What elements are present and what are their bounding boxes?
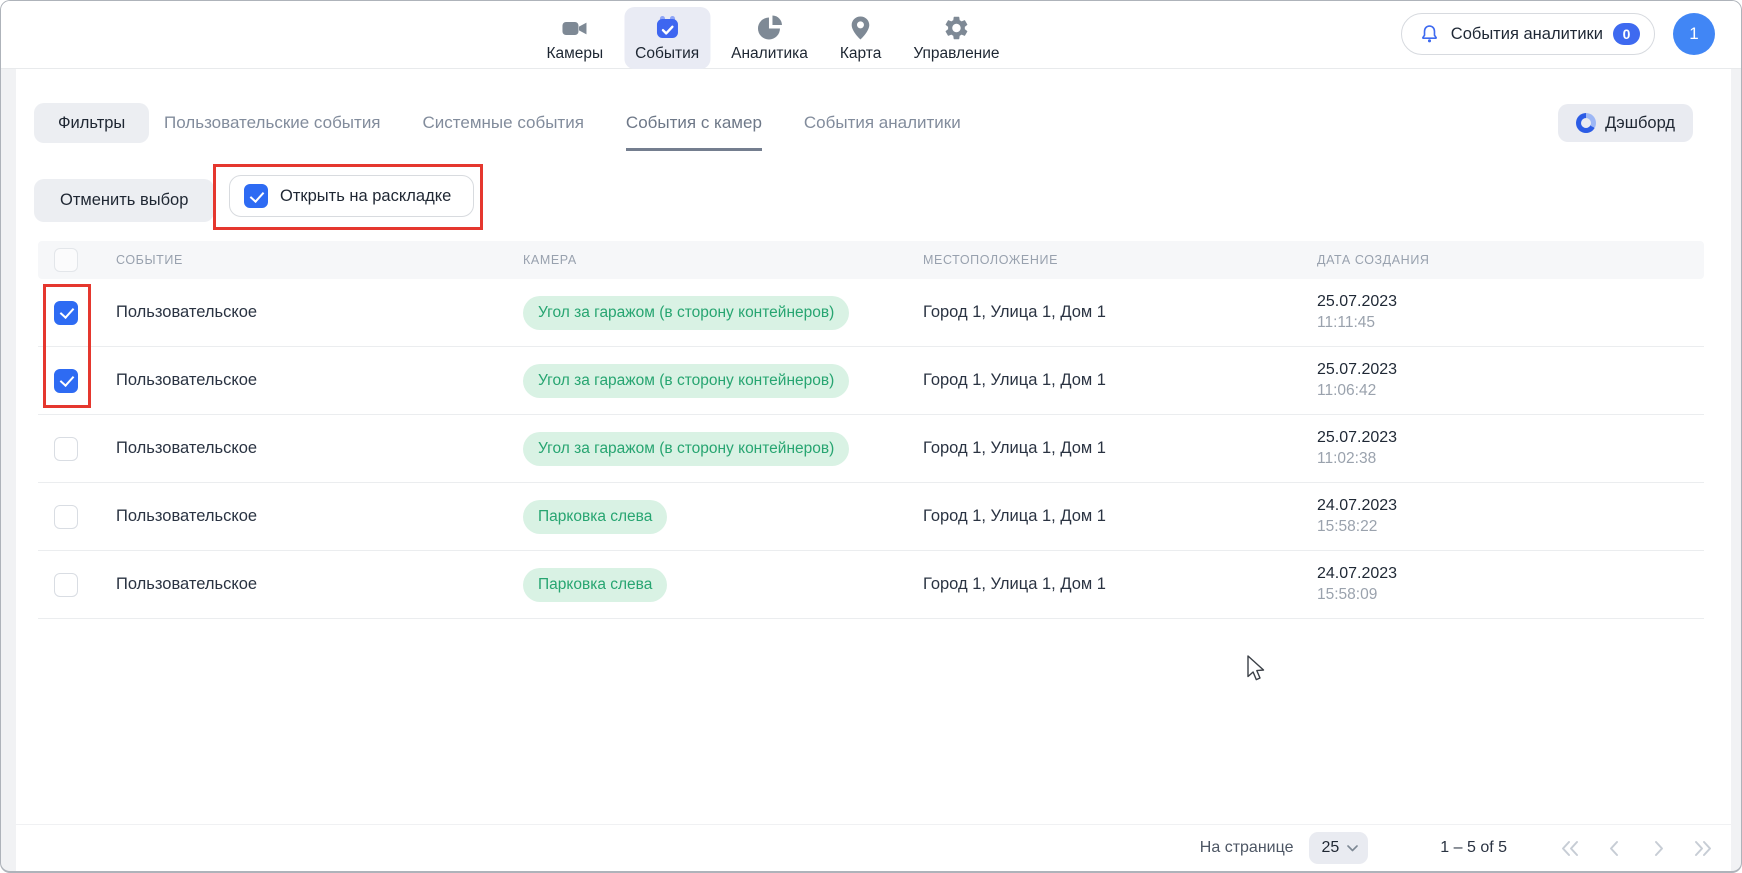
dashboard-label: Дэшборд: [1605, 114, 1675, 133]
content-panel: Фильтры Пользовательские события Системн…: [16, 69, 1731, 871]
per-page-value: 25: [1321, 839, 1339, 857]
nav-label: Аналитика: [731, 45, 808, 63]
created-time: 15:58:22: [1317, 518, 1704, 536]
nav-label: Камеры: [546, 45, 603, 63]
next-page-button[interactable]: [1647, 837, 1669, 859]
analytics-events-button[interactable]: События аналитики 0: [1401, 13, 1655, 55]
event-type: Пользовательское: [116, 439, 523, 458]
row-checkbox[interactable]: [54, 573, 78, 597]
location: Город 1, Улица 1, Дом 1: [923, 507, 1317, 526]
camera-badge: Угол за гаражом (в сторону контейнеров): [523, 296, 849, 330]
event-type: Пользовательское: [116, 303, 523, 322]
event-type: Пользовательское: [116, 507, 523, 526]
open-on-layout-button[interactable]: Открыть на раскладке: [229, 175, 474, 217]
open-on-layout-label: Открыть на раскладке: [280, 187, 451, 206]
table-row[interactable]: Пользовательское Парковка слева Город 1,…: [38, 483, 1704, 551]
table-row[interactable]: Пользовательское Парковка слева Город 1,…: [38, 551, 1704, 619]
per-page-label: На странице: [1200, 839, 1294, 857]
row-checkbox[interactable]: [54, 505, 78, 529]
column-header-camera: КАМЕРА: [523, 253, 923, 267]
bell-icon: [1418, 23, 1441, 46]
camera-badge: Парковка слева: [523, 568, 667, 602]
created-time: 11:02:38: [1317, 450, 1704, 468]
column-header-event: СОБЫТИЕ: [116, 253, 523, 267]
table-row[interactable]: Пользовательское Угол за гаражом (в стор…: [38, 279, 1704, 347]
top-bar: Камеры События Аналитика Карта: [1, 1, 1741, 69]
column-header-date: ДАТА СОЗДАНИЯ: [1317, 253, 1704, 267]
created-time: 15:58:09: [1317, 586, 1704, 604]
nav-item-management[interactable]: Управление: [902, 7, 1010, 69]
table-row[interactable]: Пользовательское Угол за гаражом (в стор…: [38, 415, 1704, 483]
events-icon: [653, 14, 681, 42]
dashboard-button[interactable]: Дэшборд: [1558, 104, 1693, 142]
analytics-icon: [756, 14, 784, 42]
nav-label: События: [635, 45, 699, 63]
top-right-area: События аналитики 0 1: [1401, 13, 1715, 55]
dashboard-icon: [1576, 113, 1596, 133]
tab-system-events[interactable]: Системные события: [423, 113, 584, 151]
camera-badge: Угол за гаражом (в сторону контейнеров): [523, 364, 849, 398]
select-all-checkbox[interactable]: [54, 248, 78, 272]
nav-item-map[interactable]: Карта: [829, 7, 892, 69]
created-date: 25.07.2023: [1317, 361, 1704, 379]
app-window: Камеры События Аналитика Карта: [0, 0, 1742, 873]
location: Город 1, Улица 1, Дом 1: [923, 371, 1317, 390]
location: Город 1, Улица 1, Дом 1: [923, 303, 1317, 322]
column-header-location: МЕСТОПОЛОЖЕНИЕ: [923, 253, 1317, 267]
nav-label: Карта: [840, 45, 881, 63]
camera-icon: [561, 14, 589, 42]
prev-page-button[interactable]: [1603, 837, 1625, 859]
created-date: 24.07.2023: [1317, 565, 1704, 583]
page-range-label: 1 – 5 of 5: [1440, 839, 1507, 857]
nav-item-cameras[interactable]: Камеры: [535, 7, 614, 69]
tab-user-events[interactable]: Пользовательские события: [164, 113, 381, 151]
event-type: Пользовательское: [116, 575, 523, 594]
location: Город 1, Улица 1, Дом 1: [923, 439, 1317, 458]
chevron-down-icon: [1347, 845, 1358, 852]
created-time: 11:11:45: [1317, 314, 1704, 332]
camera-badge: Парковка слева: [523, 500, 667, 534]
notification-count-badge: 0: [1613, 23, 1640, 45]
created-date: 25.07.2023: [1317, 429, 1704, 447]
settings-icon: [942, 14, 970, 42]
pager-controls: [1559, 837, 1713, 859]
row-checkbox[interactable]: [54, 437, 78, 461]
tab-camera-events[interactable]: События с камер: [626, 113, 762, 151]
nav-item-analytics[interactable]: Аналитика: [720, 7, 819, 69]
created-date: 25.07.2023: [1317, 293, 1704, 311]
last-page-button[interactable]: [1691, 837, 1713, 859]
main-nav: Камеры События Аналитика Карта: [535, 7, 1010, 69]
analytics-events-label: События аналитики: [1451, 25, 1603, 44]
per-page-select[interactable]: 25: [1309, 832, 1368, 864]
nav-item-events[interactable]: События: [624, 7, 710, 69]
table-header-row: СОБЫТИЕ КАМЕРА МЕСТОПОЛОЖЕНИЕ ДАТА СОЗДА…: [38, 241, 1704, 279]
row-checkbox[interactable]: [54, 369, 78, 393]
location: Город 1, Улица 1, Дом 1: [923, 575, 1317, 594]
avatar[interactable]: 1: [1673, 13, 1715, 55]
tab-analytics-events[interactable]: События аналитики: [804, 113, 961, 151]
events-table: СОБЫТИЕ КАМЕРА МЕСТОПОЛОЖЕНИЕ ДАТА СОЗДА…: [38, 241, 1704, 619]
map-icon: [847, 14, 875, 42]
tab-bar: Пользовательские события Системные событ…: [164, 113, 961, 151]
event-type: Пользовательское: [116, 371, 523, 390]
nav-label: Управление: [913, 45, 999, 63]
pagination-bar: На странице 25 1 – 5 of 5: [16, 824, 1731, 871]
table-row[interactable]: Пользовательское Угол за гаражом (в стор…: [38, 347, 1704, 415]
camera-badge: Угол за гаражом (в сторону контейнеров): [523, 432, 849, 466]
cancel-selection-button[interactable]: Отменить выбор: [34, 179, 214, 222]
row-checkbox[interactable]: [54, 301, 78, 325]
first-page-button[interactable]: [1559, 837, 1581, 859]
created-date: 24.07.2023: [1317, 497, 1704, 515]
open-on-layout-checkbox[interactable]: [244, 184, 268, 208]
filters-button[interactable]: Фильтры: [34, 103, 149, 143]
created-time: 11:06:42: [1317, 382, 1704, 400]
